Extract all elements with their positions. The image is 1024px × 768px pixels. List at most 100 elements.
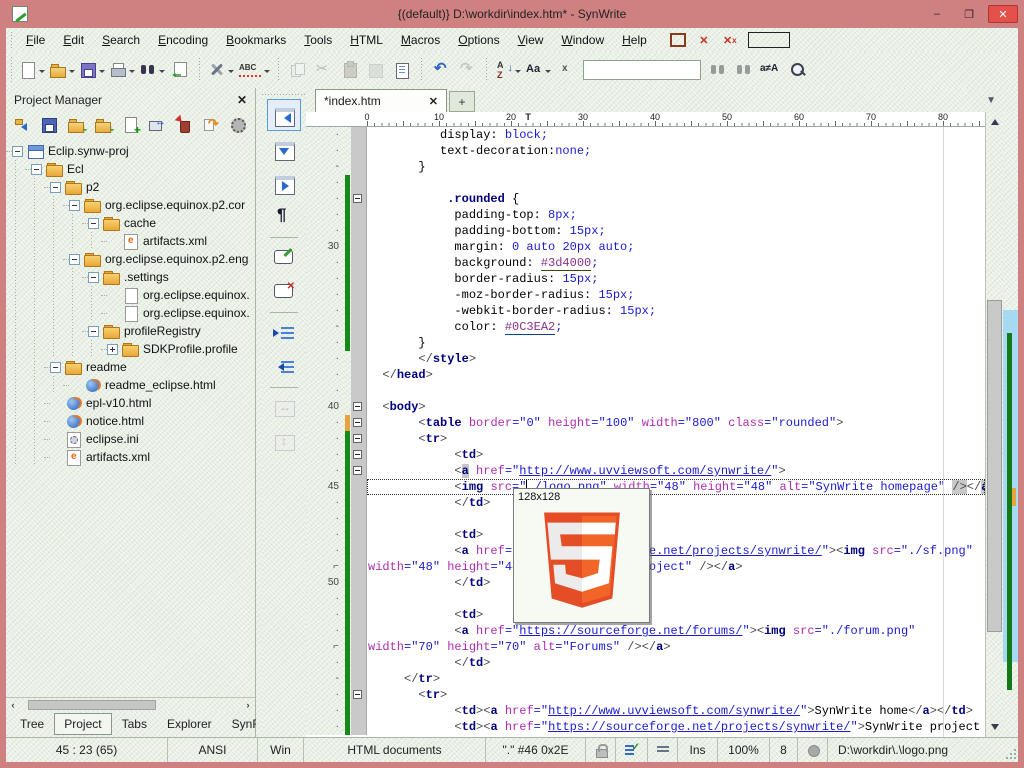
tools-button[interactable] [206, 56, 236, 84]
tree-item[interactable]: Eclip.synw-proj [6, 142, 255, 160]
code-text[interactable]: display: block; [367, 127, 985, 143]
panel-left-button[interactable] [267, 99, 301, 131]
scroll-down-icon[interactable] [986, 719, 1003, 735]
menu-options[interactable]: Options [449, 30, 508, 50]
collapse-icon[interactable] [88, 217, 99, 229]
clear-search-button[interactable]: x [553, 56, 579, 84]
menu-view[interactable]: View [509, 30, 553, 50]
tree-item[interactable]: org.eclipse.equinox. [6, 286, 255, 304]
scrollbar-thumb[interactable] [28, 699, 156, 710]
code-line[interactable]: · </style> [306, 351, 985, 367]
encoding-cell[interactable]: ANSI [168, 738, 258, 762]
code-line[interactable]: · <a href="http://www.uvviewsoft.com/syn… [306, 463, 985, 479]
fold-collapse-icon[interactable] [353, 450, 362, 459]
menu-encoding[interactable]: Encoding [149, 30, 217, 50]
save-project-button[interactable] [37, 114, 61, 136]
code-text[interactable]: <td><a href="http://www.uvviewsoft.com/s… [367, 703, 985, 719]
tree-item[interactable]: epl-v10.html [6, 394, 255, 412]
collapse-icon[interactable] [31, 163, 42, 175]
code-line[interactable]: ⌐ width="70" height="70" alt="Forums" /><… [306, 639, 985, 655]
new-tab-button[interactable]: + [449, 91, 475, 112]
code-text[interactable]: <a href="https://sourceforge.net/forums/… [367, 623, 985, 639]
lexer-cell[interactable]: HTML documents [304, 738, 486, 762]
menu-file[interactable]: File [17, 30, 54, 50]
spell-check-button[interactable]: ABC [236, 56, 272, 84]
code-text[interactable]: <a href="https://sourceforge.net/project… [367, 543, 985, 559]
code-line[interactable]: · text-decoration:none; [306, 143, 985, 159]
fold-collapse-icon[interactable] [353, 690, 362, 699]
code-line[interactable]: · -webkit-border-radius: 15px; [306, 303, 985, 319]
zoom-level-cell[interactable]: 100% [718, 738, 770, 762]
code-area[interactable]: · display: block; · text-decoration:none;… [306, 127, 985, 737]
tree-item[interactable]: SDKProfile.profile [6, 340, 255, 358]
code-text[interactable]: -webkit-border-radius: 15px; [367, 303, 985, 319]
open-file-button[interactable] [47, 56, 77, 84]
code-text[interactable]: <tr> [367, 687, 985, 703]
toolbar-search-input[interactable] [583, 60, 701, 80]
code-line[interactable]: · <a href="https://sourceforge.net/forum… [306, 623, 985, 639]
open-project-button[interactable] [10, 114, 34, 136]
refresh-project-button[interactable] [199, 114, 223, 136]
panel-right-button[interactable] [267, 167, 301, 199]
auto-complete-cell[interactable] [616, 738, 648, 762]
code-line[interactable]: · } [306, 335, 985, 351]
tab-close-icon[interactable]: ✕ [429, 95, 438, 108]
code-line[interactable]: · <tr> [306, 431, 985, 447]
code-text[interactable] [367, 511, 985, 527]
vertical-scrollbar-thumb[interactable] [987, 300, 1002, 632]
find-button[interactable] [137, 56, 167, 84]
code-text[interactable]: <td> [367, 607, 985, 623]
new-file-button[interactable] [17, 56, 47, 84]
menu-edit[interactable]: Edit [54, 30, 93, 50]
collapse-icon[interactable] [69, 253, 80, 265]
tree-item[interactable]: p2 [6, 178, 255, 196]
sidebar-tab-explorer[interactable]: Explorer [157, 713, 222, 735]
code-text[interactable]: <table border="0" height="100" width="80… [367, 415, 985, 431]
code-text[interactable]: </td> [367, 655, 985, 671]
code-line[interactable]: · border-radius: 15px; [306, 271, 985, 287]
code-line[interactable]: · background: #3d4000; [306, 255, 985, 271]
code-text[interactable] [367, 175, 985, 191]
code-line[interactable]: 30 margin: 0 auto 20px auto; [306, 239, 985, 255]
tree-item[interactable]: artifacts.xml [6, 232, 255, 250]
code-text[interactable]: color: #0C3EA2; [367, 319, 985, 335]
code-text[interactable]: </td> [367, 495, 985, 511]
tree-item[interactable]: Ecl [6, 160, 255, 178]
code-text[interactable]: <td> [367, 527, 985, 543]
toolbar-grip[interactable] [8, 57, 15, 83]
insert-mode-cell[interactable]: Ins [678, 738, 718, 762]
comment-remove-button[interactable] [267, 276, 301, 308]
code-text[interactable]: </td> [367, 575, 985, 591]
code-text[interactable] [367, 383, 985, 399]
lock-cell[interactable] [586, 738, 616, 762]
fold-collapse-icon[interactable] [353, 466, 362, 475]
resize-grip[interactable] [1006, 749, 1016, 759]
tree-item[interactable]: .settings [6, 268, 255, 286]
code-text[interactable]: background: #3d4000; [367, 255, 985, 271]
collapse-icon[interactable] [69, 199, 80, 211]
code-line[interactable]: · [306, 175, 985, 191]
menu-html[interactable]: HTML [341, 30, 392, 50]
code-text[interactable]: border-radius: 15px; [367, 271, 985, 287]
scroll-up-icon[interactable] [986, 114, 1003, 130]
add-files-button[interactable]: + [91, 114, 115, 137]
tree-item[interactable]: org.eclipse.equinox. [6, 304, 255, 322]
code-line[interactable]: - } [306, 159, 985, 175]
code-text[interactable]: <img src="./logo.png" width="48" height=… [367, 479, 985, 495]
paste-block-button[interactable] [389, 56, 415, 84]
frame-tool-icon[interactable] [670, 32, 686, 48]
code-text[interactable]: width="48" height="48" alt="SynWrite pro… [367, 559, 985, 575]
menu-bookmarks[interactable]: Bookmarks [217, 30, 295, 50]
macro-record-cell[interactable] [798, 738, 828, 762]
tree-item[interactable]: profileRegistry [6, 322, 255, 340]
code-text[interactable]: </style> [367, 351, 985, 367]
code-text[interactable]: <a href="http://www.uvviewsoft.com/synwr… [367, 463, 985, 479]
match-case-button[interactable]: a≠A [757, 56, 785, 84]
menu-search[interactable]: Search [93, 30, 149, 50]
vertical-scrollbar[interactable] [985, 112, 1003, 737]
scroll-right-icon[interactable]: › [241, 700, 255, 710]
code-text[interactable]: </head> [367, 367, 985, 383]
save-file-button[interactable] [77, 56, 107, 84]
code-text[interactable]: <body> [367, 399, 985, 415]
print-button[interactable] [107, 56, 137, 84]
